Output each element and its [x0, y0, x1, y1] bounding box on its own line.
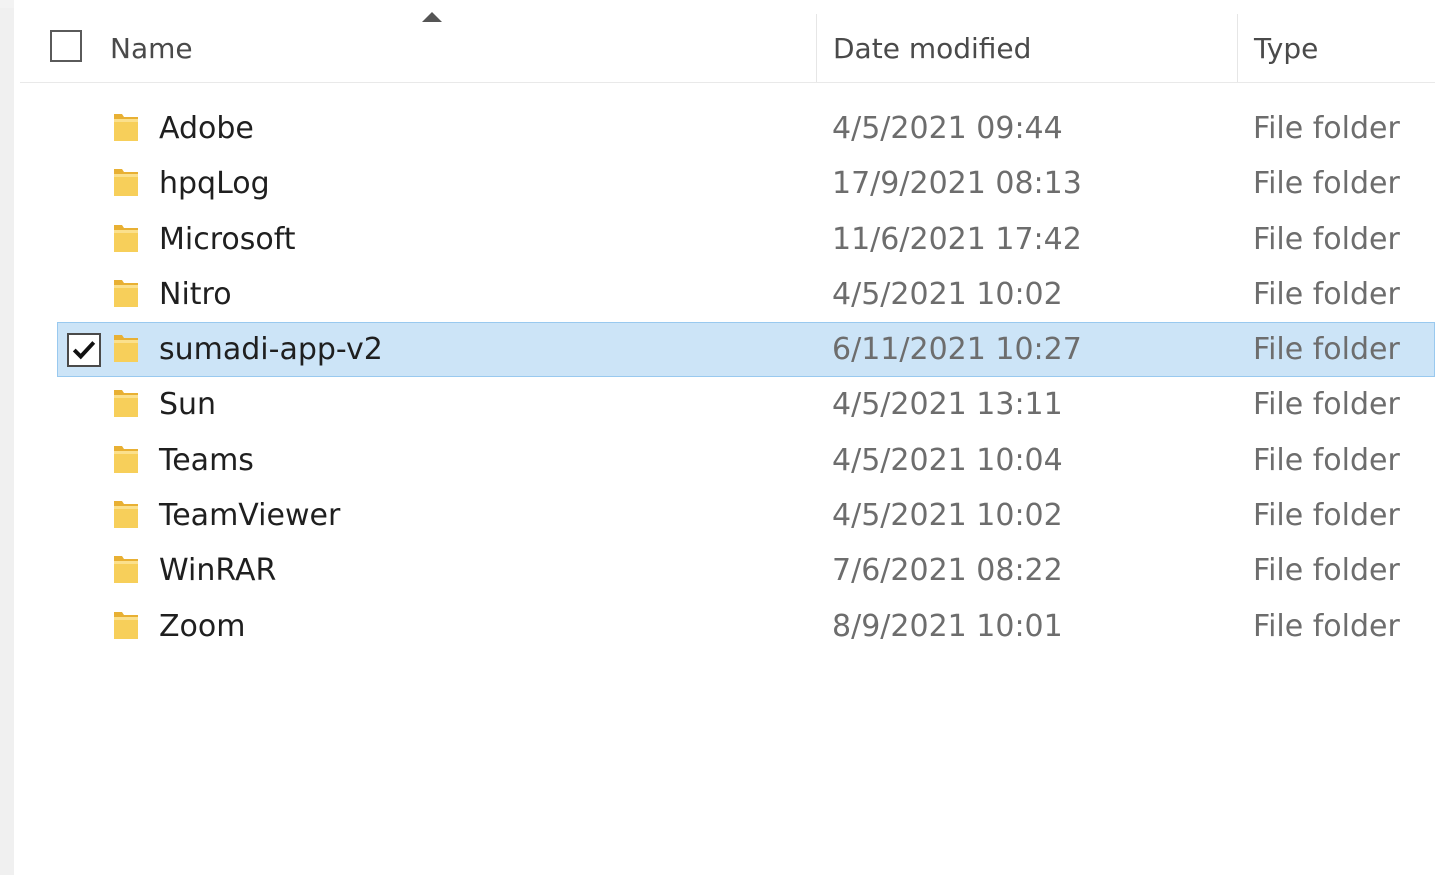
file-name: Nitro: [159, 276, 232, 312]
column-header-type-label: Type: [1254, 31, 1319, 65]
date-modified: 4/5/2021 09:44: [832, 111, 1063, 146]
file-row[interactable]: Microsoft 11/6/2021 17:42 File folder: [0, 212, 1435, 267]
column-header-bar: Name Date modified Type: [20, 12, 1435, 83]
folder-icon: [112, 331, 140, 365]
date-modified: 4/5/2021 10:04: [832, 442, 1063, 478]
file-row[interactable]: Teams 4/5/2021 10:04 File folder: [0, 433, 1435, 488]
file-name: Adobe: [159, 111, 254, 146]
date-modified: 6/11/2021 10:27: [832, 332, 1082, 368]
file-type: File folder: [1253, 221, 1400, 257]
file-type: File folder: [1253, 166, 1400, 202]
file-name: hpqLog: [159, 166, 270, 202]
file-name: Microsoft: [159, 221, 296, 257]
file-type: File folder: [1253, 111, 1400, 146]
column-header-date-label: Date modified: [833, 31, 1032, 65]
file-type: File folder: [1253, 332, 1400, 368]
file-row[interactable]: Zoom 8/9/2021 10:01 File folder: [0, 599, 1435, 654]
date-modified: 4/5/2021 10:02: [832, 276, 1063, 312]
file-name: Teams: [159, 442, 254, 478]
folder-icon: [112, 276, 140, 310]
date-modified: 8/9/2021 10:01: [832, 608, 1063, 644]
file-row[interactable]: Nitro 4/5/2021 10:02 File folder: [0, 267, 1435, 322]
file-list: Adobe 4/5/2021 09:44 File folder hpqLog 17/…: [0, 101, 1435, 654]
file-type: File folder: [1253, 608, 1400, 644]
column-header-name-label: Name: [110, 31, 193, 65]
folder-icon: [112, 497, 140, 531]
folder-icon: [112, 221, 140, 255]
file-row[interactable]: Sun 4/5/2021 13:11 File folder: [0, 377, 1435, 432]
folder-icon: [112, 110, 140, 144]
folder-icon: [112, 442, 140, 476]
file-row[interactable]: hpqLog 17/9/2021 08:13 File folder: [0, 156, 1435, 211]
file-row[interactable]: WinRAR 7/6/2021 08:22 File folder: [0, 543, 1435, 598]
file-name: WinRAR: [159, 553, 277, 589]
file-name: Zoom: [159, 608, 246, 644]
file-type: File folder: [1253, 387, 1400, 423]
folder-icon: [112, 552, 140, 586]
file-row[interactable]: sumadi-app-v2 6/11/2021 10:27 File folder: [0, 322, 1435, 378]
file-name: sumadi-app-v2: [159, 332, 383, 368]
file-row[interactable]: TeamViewer 4/5/2021 10:02 File folder: [0, 488, 1435, 543]
file-type: File folder: [1253, 276, 1400, 312]
file-type: File folder: [1253, 442, 1400, 478]
file-type: File folder: [1253, 498, 1400, 534]
file-row[interactable]: Adobe 4/5/2021 09:44 File folder: [0, 101, 1435, 156]
column-header-date-modified[interactable]: Date modified: [816, 14, 1237, 82]
file-type: File folder: [1253, 553, 1400, 589]
date-modified: 4/5/2021 10:02: [832, 498, 1063, 534]
date-modified: 7/6/2021 08:22: [832, 553, 1063, 589]
checkmark-icon: [72, 341, 96, 360]
folder-icon: [112, 165, 140, 199]
column-header-name[interactable]: Name: [20, 12, 815, 82]
date-modified: 11/6/2021 17:42: [832, 221, 1082, 257]
date-modified: 4/5/2021 13:11: [832, 387, 1063, 423]
file-name: TeamViewer: [159, 498, 341, 534]
folder-icon: [112, 608, 140, 642]
date-modified: 17/9/2021 08:13: [832, 166, 1082, 202]
sort-ascending-icon: [422, 12, 442, 22]
file-name: Sun: [159, 387, 217, 423]
row-checkbox[interactable]: [67, 333, 101, 368]
folder-icon: [112, 386, 140, 420]
column-header-type[interactable]: Type: [1237, 14, 1435, 82]
